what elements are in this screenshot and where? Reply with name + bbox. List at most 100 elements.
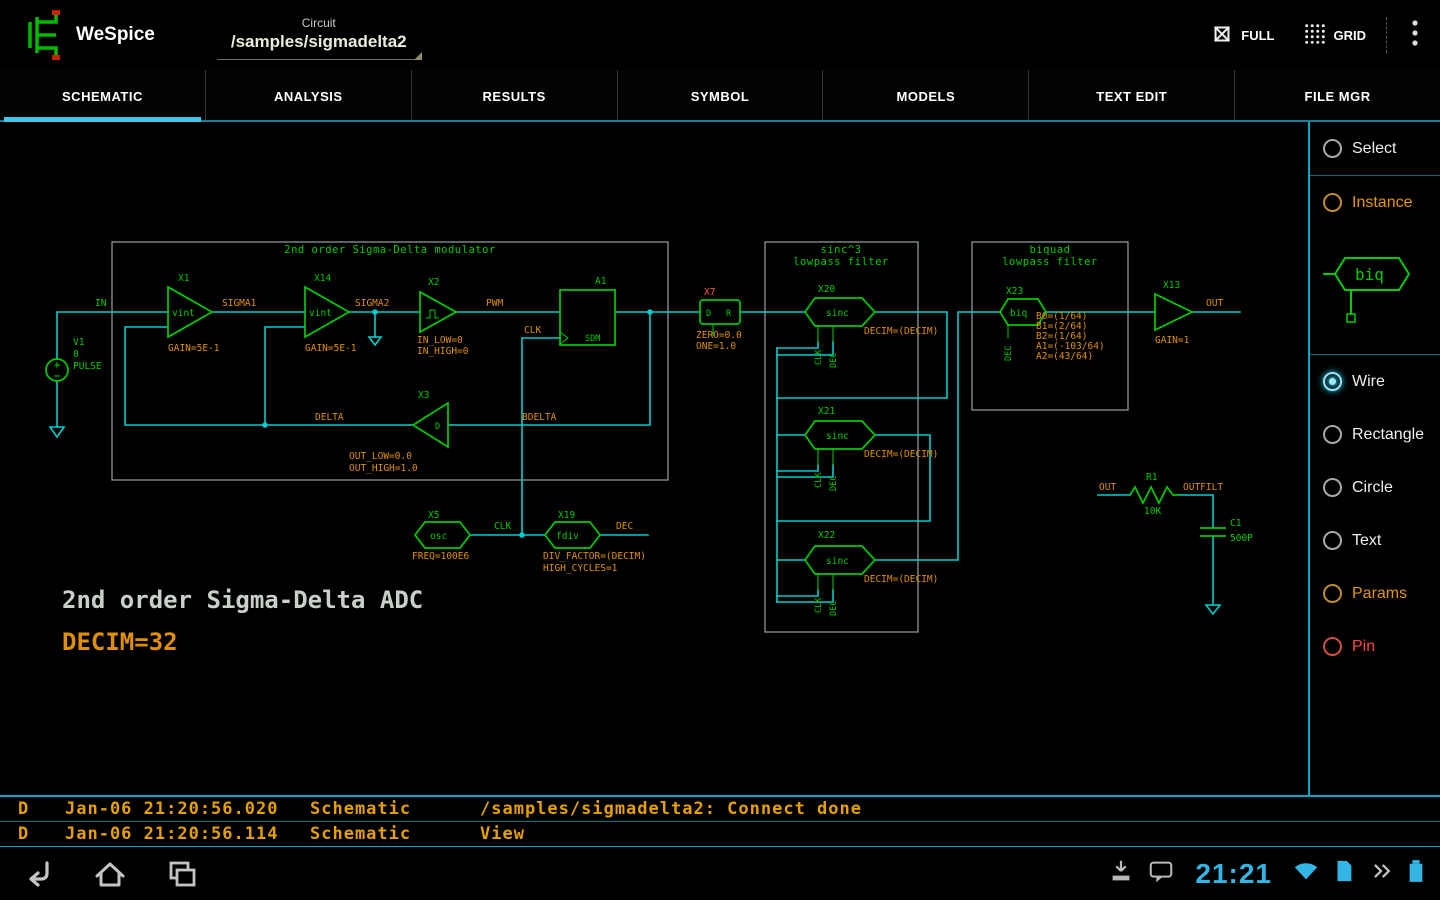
net-label-bdelta: BDELTA xyxy=(522,412,557,423)
net-label-dec: DEC xyxy=(616,521,633,532)
tab-bar: SCHEMATIC ANALYSIS RESULTS SYMBOL MODELS… xyxy=(0,70,1440,122)
tab-analysis[interactable]: ANALYSIS xyxy=(204,70,411,122)
radio-select[interactable] xyxy=(1323,139,1342,158)
svg-text:0: 0 xyxy=(73,349,79,360)
svg-text:X13: X13 xyxy=(1163,280,1180,291)
component-x5[interactable]: osc X5 FREQ=100E6 xyxy=(412,510,472,562)
preview-symbol-label: biq xyxy=(1355,265,1384,284)
svg-text:DEC: DEC xyxy=(829,353,839,368)
tab-symbol[interactable]: SYMBOL xyxy=(616,70,823,122)
wire xyxy=(521,337,561,536)
tab-text-edit[interactable]: TEXT EDIT xyxy=(1028,70,1234,122)
modulator-box: 2nd order Sigma-Delta modulator xyxy=(111,241,669,481)
tab-schematic[interactable]: SCHEMATIC xyxy=(0,70,205,122)
log-time: Jan-06 21:20:56.114 xyxy=(65,824,279,844)
component-r1[interactable]: R1 10K xyxy=(1129,472,1180,517)
svg-text:500P: 500P xyxy=(1230,533,1253,544)
svg-text:biquad: biquad xyxy=(1030,244,1071,256)
component-c1[interactable]: C1 500P xyxy=(1200,518,1253,544)
wire xyxy=(447,311,651,426)
radio-pin[interactable] xyxy=(1323,637,1342,656)
svg-text:X20: X20 xyxy=(818,284,835,295)
svg-text:OUT_LOW=0.0: OUT_LOW=0.0 xyxy=(349,451,412,462)
fullscreen-icon xyxy=(1210,22,1234,49)
tab-label: TEXT EDIT xyxy=(1096,88,1168,104)
radio-circle[interactable] xyxy=(1323,478,1342,497)
schematic-canvas[interactable]: 2nd order Sigma-Delta modulator sinc^3 l… xyxy=(0,122,1308,795)
log-message: View xyxy=(480,824,525,844)
back-button[interactable] xyxy=(16,852,60,896)
component-x7[interactable]: X7 D R ZERO=0.0 ONE=1.0 xyxy=(696,287,742,352)
svg-text:A2=(43/64): A2=(43/64) xyxy=(1036,351,1093,362)
log-source: Schematic xyxy=(310,824,412,844)
tool-rectangle[interactable]: Rectangle xyxy=(1310,408,1440,461)
svg-text:X3: X3 xyxy=(418,390,429,401)
svg-text:DEC: DEC xyxy=(1004,346,1014,361)
svg-text:X21: X21 xyxy=(818,406,835,417)
svg-text:HIGH_CYCLES=1: HIGH_CYCLES=1 xyxy=(543,563,618,574)
overflow-menu-button[interactable] xyxy=(1394,11,1436,59)
home-button[interactable] xyxy=(88,852,132,896)
tool-pin[interactable]: Pin xyxy=(1310,620,1440,673)
instance-preview[interactable]: biq xyxy=(1310,229,1440,354)
recents-button[interactable] xyxy=(160,852,204,896)
svg-text:DECIM=(DECIM): DECIM=(DECIM) xyxy=(864,326,938,337)
svg-text:biq: biq xyxy=(1010,308,1027,319)
svg-text:X7: X7 xyxy=(704,287,715,298)
svg-text:CLK: CLK xyxy=(814,349,824,365)
ground-symbols xyxy=(48,336,1222,616)
tool-wire[interactable]: Wire xyxy=(1310,355,1440,408)
tool-circle[interactable]: Circle xyxy=(1310,461,1440,514)
wire xyxy=(776,464,819,472)
component-x23[interactable]: biq X23 DEC B0=(1/64) B1=(2/64) B2=(1/64… xyxy=(999,286,1105,362)
usb-download-icon xyxy=(1107,857,1135,890)
circuit-spinner[interactable]: Circuit /samples/sigmadelta2 xyxy=(216,11,422,60)
svg-text:X22: X22 xyxy=(818,530,835,541)
component-x14[interactable]: vint X14 GAIN=5E-1 xyxy=(304,273,357,354)
tab-file-mgr[interactable]: FILE MGR xyxy=(1234,70,1440,122)
battery-icon xyxy=(1406,857,1426,890)
full-button[interactable]: FULL xyxy=(1196,11,1288,59)
svg-text:sinc: sinc xyxy=(826,431,849,442)
svg-text:fdiv: fdiv xyxy=(556,531,579,542)
svg-text:ZERO=0.0: ZERO=0.0 xyxy=(696,330,742,341)
tool-pin-label: Pin xyxy=(1352,637,1376,655)
tab-label: SYMBOL xyxy=(690,88,750,104)
tool-text[interactable]: Text xyxy=(1310,514,1440,567)
component-x19[interactable]: fdiv X19 DIV_FACTOR=(DECIM) HIGH_CYCLES=… xyxy=(543,510,646,574)
svg-text:sinc: sinc xyxy=(826,556,849,567)
svg-text:PULSE: PULSE xyxy=(73,361,102,372)
tab-models[interactable]: MODELS xyxy=(822,70,1028,122)
radio-params[interactable] xyxy=(1323,584,1342,603)
grid-button[interactable]: GRID xyxy=(1289,11,1381,59)
component-v1[interactable]: V1 0 PULSE xyxy=(45,337,102,382)
tool-select-label: Select xyxy=(1352,139,1397,157)
component-x13[interactable]: X13 GAIN=1 xyxy=(1154,280,1194,346)
radio-wire[interactable] xyxy=(1323,372,1342,391)
net-label-in: IN xyxy=(95,298,107,309)
svg-text:DECIM=(DECIM): DECIM=(DECIM) xyxy=(864,574,938,585)
radio-instance[interactable] xyxy=(1323,193,1342,212)
app-bar: WeSpice Circuit /samples/sigmadelta2 FUL… xyxy=(0,0,1440,70)
svg-text:D: D xyxy=(706,309,711,319)
tab-label: ANALYSIS xyxy=(274,88,343,104)
component-x3[interactable]: X3 D OUT_LOW=0.0 OUT_HIGH=1.0 xyxy=(349,390,449,474)
svg-text:10K: 10K xyxy=(1144,506,1161,517)
tool-select[interactable]: Select xyxy=(1310,122,1440,175)
svg-text:X19: X19 xyxy=(558,510,575,521)
chat-icon xyxy=(1147,857,1175,890)
component-a1[interactable]: A1 SDM xyxy=(559,276,616,346)
wire xyxy=(776,434,931,522)
action-divider xyxy=(1386,17,1388,53)
component-x2[interactable]: X2 IN_LOW=0 IN_HIGH=0 xyxy=(417,277,469,357)
log-panel: D Jan-06 21:20:56.020 Schematic /samples… xyxy=(0,795,1440,847)
tab-results[interactable]: RESULTS xyxy=(410,70,617,122)
component-x1[interactable]: vint X1 GAIN=5E-1 xyxy=(167,273,220,354)
radio-rectangle[interactable] xyxy=(1323,425,1342,444)
tool-params[interactable]: Params xyxy=(1310,567,1440,620)
net-label-delta: DELTA xyxy=(315,412,344,423)
chevrons-icon xyxy=(1368,858,1394,889)
net-label-sigma2: SIGMA2 xyxy=(355,298,389,309)
tool-instance[interactable]: Instance xyxy=(1310,176,1440,229)
radio-text[interactable] xyxy=(1323,531,1342,550)
